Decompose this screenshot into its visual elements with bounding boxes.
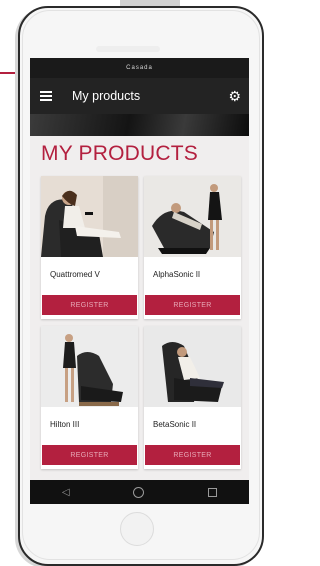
app-screen: Casada My products ⚙ MY PRODUCTS Quattro…	[30, 58, 249, 504]
gear-icon[interactable]: ⚙	[228, 88, 241, 104]
back-triangle-icon[interactable]: ◁	[62, 487, 70, 498]
brand-logo-text: Casada	[126, 65, 153, 71]
product-card[interactable]: Hilton III REGISTER	[41, 326, 138, 469]
hamburger-icon[interactable]	[40, 91, 52, 101]
product-image	[41, 176, 138, 257]
product-image	[41, 326, 138, 407]
recents-square-icon[interactable]	[208, 487, 218, 497]
phone-home-button	[120, 512, 154, 546]
product-card[interactable]: AlphaSonic II REGISTER	[144, 176, 241, 319]
app-bar-title: My products	[72, 89, 141, 103]
product-name: BetaSonic II	[153, 420, 197, 429]
android-nav-bar: ◁	[30, 480, 249, 504]
product-name: Hilton III	[50, 420, 80, 429]
product-image	[144, 326, 241, 407]
status-bar: Casada	[30, 58, 249, 78]
register-button[interactable]: REGISTER	[145, 445, 240, 465]
product-card[interactable]: BetaSonic II REGISTER	[144, 326, 241, 469]
header-banner-image	[30, 114, 249, 136]
phone-speaker	[96, 46, 160, 52]
product-name: Quattromed V	[50, 270, 100, 279]
page-title: MY PRODUCTS	[41, 142, 198, 165]
home-circle-icon[interactable]	[133, 486, 145, 498]
product-name: AlphaSonic II	[153, 270, 201, 279]
product-card[interactable]: Quattromed V REGISTER	[41, 176, 138, 319]
register-button[interactable]: REGISTER	[145, 295, 240, 315]
product-image	[144, 176, 241, 257]
product-grid: Quattromed V REGISTER AlphaSonic II REGI…	[30, 176, 249, 469]
register-button[interactable]: REGISTER	[42, 295, 137, 315]
app-bar: My products ⚙	[30, 78, 249, 114]
register-button[interactable]: REGISTER	[42, 445, 137, 465]
